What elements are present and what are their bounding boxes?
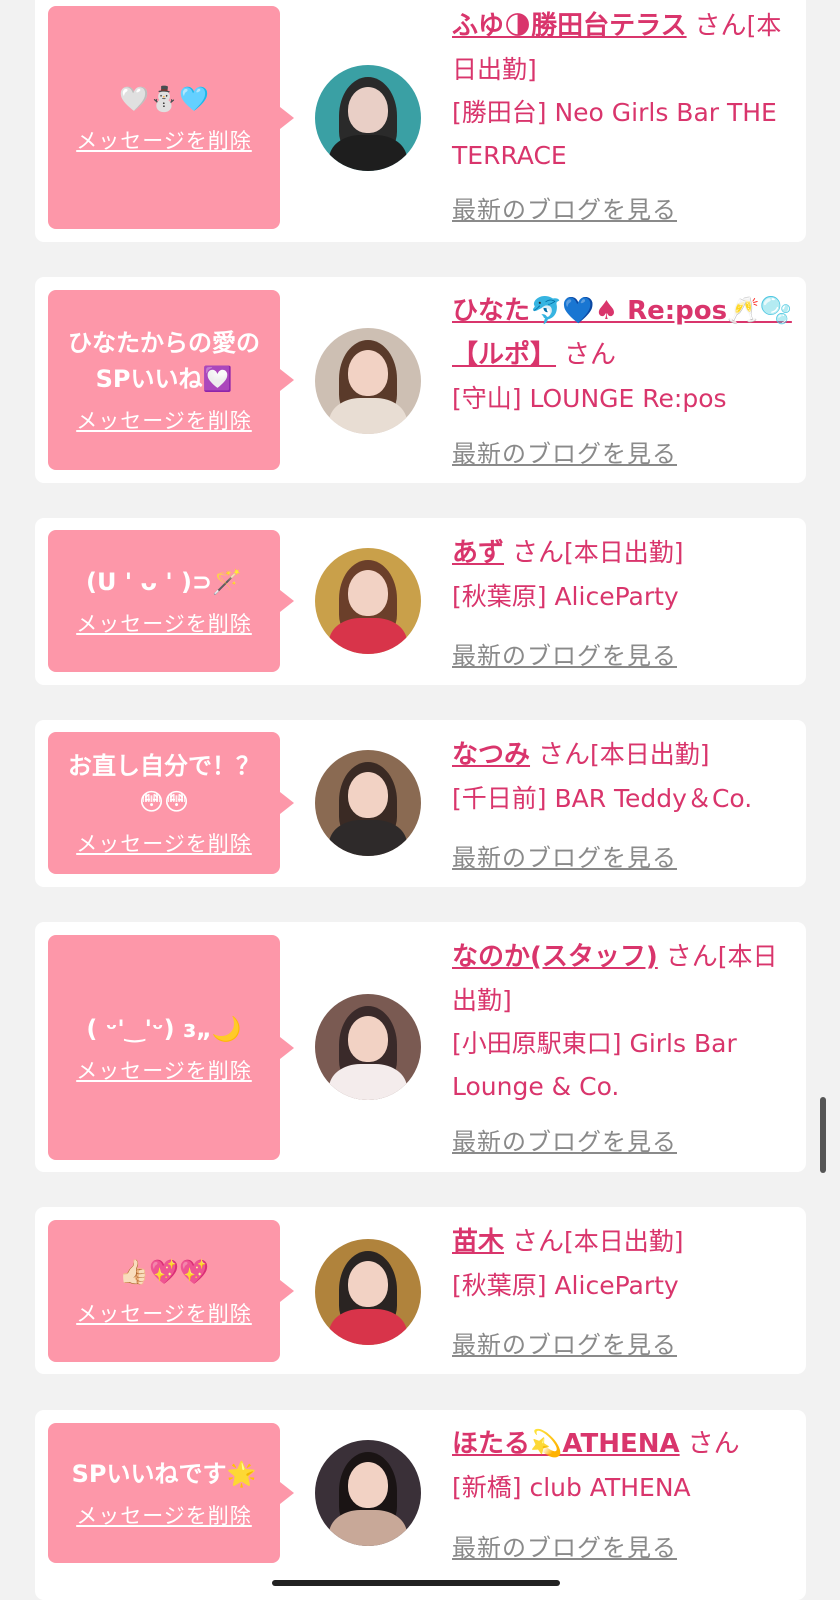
delete-message-link[interactable]: メッセージを削除 [76, 1298, 252, 1328]
shop-name: [新橋] club ATHENA [452, 1473, 691, 1502]
avatar[interactable] [315, 65, 421, 171]
message-bubble: (U ' ᴗ ' )⊃🪄 メッセージを削除 [48, 530, 294, 672]
cast-info: なのか(スタッフ) さん[本日出勤] [小田原駅東口] Girls Bar Lo… [452, 935, 792, 1108]
cast-name-link[interactable]: 苗木 [452, 1227, 504, 1257]
cast-name-link[interactable]: なのか(スタッフ) [452, 942, 658, 972]
shop-name: [守山] LOUNGE Re:pos [452, 384, 727, 413]
delete-message-link[interactable]: メッセージを削除 [76, 405, 252, 435]
latest-blog-link[interactable]: 最新のブログを見る [452, 1122, 677, 1157]
shop-name: [秋葉原] AliceParty [452, 582, 679, 611]
avatar[interactable] [315, 1239, 421, 1345]
message-text: SPいいねです🌟 [71, 1460, 257, 1488]
shop-name: [勝田台] Neo Girls Bar THE TERRACE [452, 98, 777, 170]
message-card: ひなたからの愛のSPいいね💟 メッセージを削除 ひなた🐬💙♠ Re:pos🥂🫧【… [35, 277, 806, 483]
delete-message-link[interactable]: メッセージを削除 [76, 125, 252, 155]
message-text: お直し自分で！？😳😳 [68, 752, 260, 816]
scrollbar[interactable] [820, 1097, 826, 1173]
work-status: [本日出勤] [563, 1227, 684, 1256]
cast-info: あず さん[本日出勤] [秋葉原] AliceParty [452, 531, 792, 618]
work-status: [本日出勤] [563, 538, 684, 567]
shop-name: [小田原駅東口] Girls Bar Lounge & Co. [452, 1029, 737, 1101]
cast-name-link[interactable]: なつみ [452, 740, 530, 770]
latest-blog-link[interactable]: 最新のブログを見る [452, 1528, 677, 1563]
shop-name: [千日前] BAR Teddy＆Co. [452, 784, 753, 813]
message-text: (U ' ᴗ ' )⊃🪄 [85, 568, 243, 596]
avatar[interactable] [315, 750, 421, 856]
message-text: 🤍⛄🩵 [119, 84, 209, 113]
message-bubble: お直し自分で！？😳😳 メッセージを削除 [48, 732, 294, 874]
message-bubble: 🤍⛄🩵 メッセージを削除 [48, 6, 294, 229]
cast-info: ふゆ🌗勝田台テラス さん[本日出勤] [勝田台] Neo Girls Bar T… [452, 4, 792, 177]
delete-message-link[interactable]: メッセージを削除 [76, 1500, 252, 1530]
cast-info: ひなた🐬💙♠ Re:pos🥂🫧【ルポ】 さん [守山] LOUNGE Re:po… [452, 289, 792, 420]
message-text: ひなたからの愛のSPいいね💟 [68, 329, 260, 393]
avatar[interactable] [315, 994, 421, 1100]
message-card: SPいいねです🌟 メッセージを削除 ほたる💫ATHENA さん [新橋] clu… [35, 1410, 806, 1600]
cast-name-link[interactable]: ほたる💫ATHENA [452, 1429, 680, 1459]
avatar[interactable] [315, 328, 421, 434]
latest-blog-link[interactable]: 最新のブログを見る [452, 190, 677, 225]
avatar[interactable] [315, 1440, 421, 1546]
message-bubble: ( ᵕ'‿'ᵕ) ɜ„🌙 メッセージを削除 [48, 935, 294, 1160]
message-card: お直し自分で！？😳😳 メッセージを削除 なつみ さん[本日出勤] [千日前] B… [35, 720, 806, 887]
san-suffix: さん [665, 942, 718, 972]
cast-info: ほたる💫ATHENA さん [新橋] club ATHENA [452, 1422, 792, 1509]
message-text: ( ᵕ'‿'ᵕ) ɜ„🌙 [86, 1014, 242, 1043]
avatar[interactable] [315, 548, 421, 654]
delete-message-link[interactable]: メッセージを削除 [76, 828, 252, 858]
work-status: [本日出勤] [589, 740, 710, 769]
cast-name-link[interactable]: ひなた🐬💙♠ Re:pos🥂🫧【ルポ】 [452, 296, 792, 370]
message-text: 👍🏻💖💖 [119, 1258, 209, 1286]
san-suffix: さん [687, 1429, 740, 1459]
san-suffix: さん [694, 11, 747, 41]
cast-name-link[interactable]: ふゆ🌗勝田台テラス [452, 11, 687, 41]
cast-name-link[interactable]: あず [452, 538, 504, 568]
latest-blog-link[interactable]: 最新のブログを見る [452, 636, 677, 671]
cast-info: なつみ さん[本日出勤] [千日前] BAR Teddy＆Co. [452, 733, 792, 820]
delete-message-link[interactable]: メッセージを削除 [76, 1055, 252, 1085]
san-suffix: さん [537, 740, 590, 770]
latest-blog-link[interactable]: 最新のブログを見る [452, 1325, 677, 1360]
message-card: 👍🏻💖💖 メッセージを削除 苗木 さん[本日出勤] [秋葉原] AlicePar… [35, 1207, 806, 1374]
san-suffix: さん [563, 340, 616, 370]
message-card: 🤍⛄🩵 メッセージを削除 ふゆ🌗勝田台テラス さん[本日出勤] [勝田台] Ne… [35, 0, 806, 242]
delete-message-link[interactable]: メッセージを削除 [76, 608, 252, 638]
message-bubble: SPいいねです🌟 メッセージを削除 [48, 1423, 294, 1563]
message-card: (U ' ᴗ ' )⊃🪄 メッセージを削除 あず さん[本日出勤] [秋葉原] … [35, 518, 806, 685]
san-suffix: さん [511, 538, 564, 568]
home-indicator[interactable] [272, 1580, 560, 1586]
latest-blog-link[interactable]: 最新のブログを見る [452, 838, 677, 873]
cast-info: 苗木 さん[本日出勤] [秋葉原] AliceParty [452, 1220, 792, 1307]
message-bubble: ひなたからの愛のSPいいね💟 メッセージを削除 [48, 290, 294, 470]
message-card: ( ᵕ'‿'ᵕ) ɜ„🌙 メッセージを削除 なのか(スタッフ) さん[本日出勤]… [35, 922, 806, 1172]
san-suffix: さん [511, 1227, 564, 1257]
shop-name: [秋葉原] AliceParty [452, 1271, 679, 1300]
message-bubble: 👍🏻💖💖 メッセージを削除 [48, 1220, 294, 1362]
latest-blog-link[interactable]: 最新のブログを見る [452, 434, 677, 469]
